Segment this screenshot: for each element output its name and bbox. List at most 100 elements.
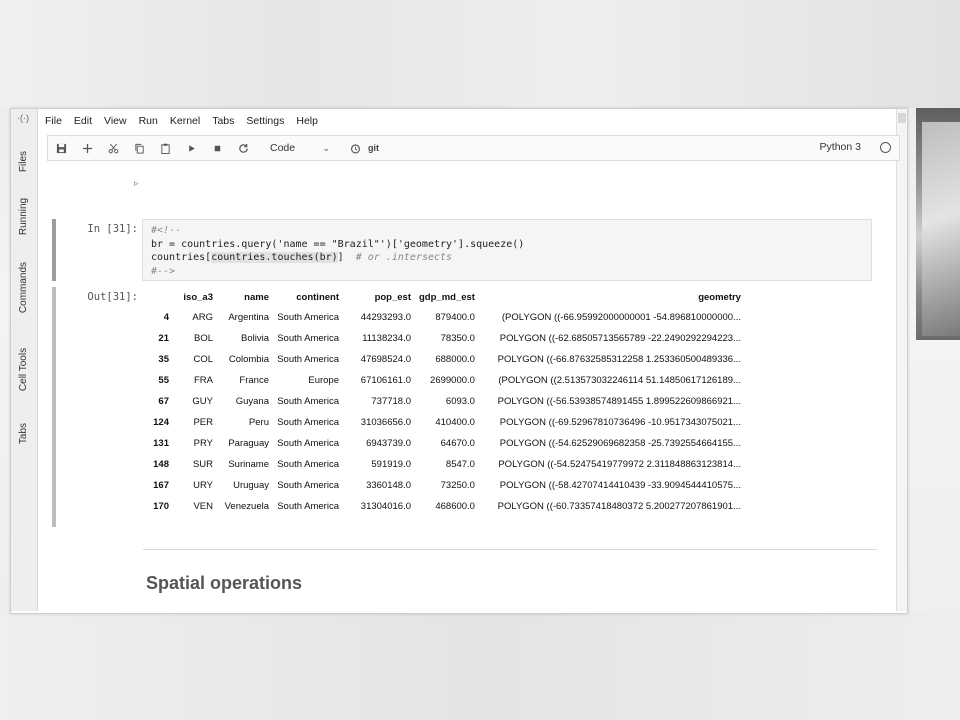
table-cell: SUR bbox=[192, 459, 213, 470]
table-cell: POLYGON ((-56.53938574891455 1.899522609… bbox=[497, 396, 741, 407]
paste-button[interactable] bbox=[152, 137, 178, 159]
table-cell: VEN bbox=[193, 501, 213, 512]
play-icon bbox=[188, 144, 195, 152]
clock-button[interactable] bbox=[342, 137, 368, 159]
table-cell: POLYGON ((-58.42707414410439 -33.9094544… bbox=[499, 480, 741, 491]
table-cell: South America bbox=[277, 438, 339, 449]
row-index: 131 bbox=[153, 438, 169, 449]
save-icon bbox=[56, 143, 66, 153]
menu-file[interactable]: File bbox=[39, 115, 68, 127]
left-sidebar: ·(·) Files Running Commands Cell Tools T… bbox=[11, 109, 38, 611]
chevron-down-icon: ⌄ bbox=[322, 142, 330, 153]
table-cell: (POLYGON ((-66.95992000000001 -54.896810… bbox=[501, 312, 741, 323]
table-cell: Colombia bbox=[228, 354, 269, 365]
notebook-panel: ▹ In [31]: #<!-- br = countries.query('n… bbox=[38, 161, 896, 611]
menu-view[interactable]: View bbox=[98, 115, 133, 127]
cell-type-select[interactable]: Code ⌄ bbox=[270, 142, 330, 154]
column-header: geometry bbox=[698, 291, 741, 303]
table-row: 67 GUY Guyana South America 737718.0 6093.0 PO… bbox=[147, 391, 745, 412]
table-cell: 8547.0 bbox=[445, 459, 475, 470]
table-cell: 591919.0 bbox=[371, 459, 411, 470]
table-row: 124 PER Peru South America 31036656.0 410400.… bbox=[147, 412, 745, 433]
column-header: iso_a3 bbox=[183, 291, 213, 303]
sidebar-tab-tabs[interactable]: Tabs bbox=[11, 413, 37, 453]
table-cell: South America bbox=[277, 312, 339, 323]
sidebar-tab-commands[interactable]: Commands bbox=[11, 255, 37, 319]
stop-button[interactable] bbox=[204, 137, 230, 159]
table-cell: PER bbox=[193, 417, 213, 428]
add-cell-button[interactable] bbox=[74, 137, 100, 159]
table-cell: FRA bbox=[194, 375, 213, 386]
row-index: 67 bbox=[158, 396, 169, 407]
kernel-status-icon bbox=[880, 142, 891, 153]
save-button[interactable] bbox=[48, 137, 74, 159]
background-bottom bbox=[0, 612, 960, 720]
right-panel-handle[interactable] bbox=[898, 113, 906, 123]
row-index: 55 bbox=[158, 375, 169, 386]
menu-edit[interactable]: Edit bbox=[68, 115, 98, 127]
table-cell: South America bbox=[277, 501, 339, 512]
row-index: 124 bbox=[153, 417, 169, 428]
kernel-name[interactable]: Python 3 bbox=[820, 141, 861, 153]
column-header: continent bbox=[296, 291, 339, 303]
copy-button[interactable] bbox=[126, 137, 152, 159]
output-prompt: Out[31]: bbox=[87, 291, 138, 303]
table-cell: POLYGON ((-60.73357418480372 5.200277207… bbox=[497, 501, 741, 512]
stop-icon bbox=[214, 145, 220, 151]
table-cell: 6943739.0 bbox=[366, 438, 411, 449]
row-index: 148 bbox=[153, 459, 169, 470]
code-comment: # or .intersects bbox=[355, 252, 453, 263]
table-cell: 410400.0 bbox=[435, 417, 475, 428]
table-cell: Paraguay bbox=[228, 438, 269, 449]
table-cell: South America bbox=[277, 354, 339, 365]
menu-bar: File Edit View Run Kernel Tabs Settings … bbox=[38, 109, 907, 133]
table-body: 4 ARG Argentina South America 44293293.0 8794… bbox=[147, 307, 745, 517]
sidebar-tab-label: Tabs bbox=[18, 422, 30, 444]
restart-button[interactable] bbox=[230, 137, 256, 159]
sidebar-tab-running[interactable]: Running bbox=[11, 191, 37, 241]
sidebar-tab-label: Cell Tools bbox=[18, 347, 30, 391]
table-cell: POLYGON ((-62.68505713565789 -22.2490292… bbox=[499, 333, 741, 344]
background-top bbox=[0, 0, 960, 108]
scissors-icon bbox=[108, 143, 118, 153]
table-cell: 468600.0 bbox=[435, 501, 475, 512]
table-cell: BOL bbox=[193, 333, 213, 344]
table-cell: 73250.0 bbox=[440, 480, 475, 491]
row-index: 167 bbox=[153, 480, 169, 491]
column-header: gdp_md_est bbox=[419, 291, 475, 303]
output-collapser[interactable] bbox=[52, 287, 56, 527]
sidebar-tab-cell-tools[interactable]: Cell Tools bbox=[11, 337, 37, 401]
table-cell: 688000.0 bbox=[435, 354, 475, 365]
column-header: name bbox=[244, 291, 269, 303]
notebook-toolbar: Code ⌄ git Python 3 bbox=[47, 135, 900, 161]
table-cell: South America bbox=[277, 417, 339, 428]
table-row: 21 BOL Bolivia South America 11138234.0 78350… bbox=[147, 328, 745, 349]
table-cell: URY bbox=[193, 480, 213, 491]
cut-button[interactable] bbox=[100, 137, 126, 159]
input-prompt: In [31]: bbox=[87, 223, 138, 235]
code-cell[interactable]: In [31]: #<!-- br = countries.query('nam… bbox=[52, 219, 874, 281]
run-button[interactable] bbox=[178, 137, 204, 159]
sidebar-tab-label: Commands bbox=[18, 261, 30, 313]
table-cell: South America bbox=[277, 396, 339, 407]
sidebar-tab-files[interactable]: Files bbox=[11, 141, 37, 181]
column-header: pop_est bbox=[374, 291, 411, 303]
menu-tabs[interactable]: Tabs bbox=[206, 115, 240, 127]
cell-collapser[interactable] bbox=[52, 219, 56, 281]
table-row: 148 SUR Suriname South America 591919.0 8547.… bbox=[147, 454, 745, 475]
table-cell: 3360148.0 bbox=[366, 480, 411, 491]
menu-help[interactable]: Help bbox=[290, 115, 324, 127]
table-cell: France bbox=[239, 375, 269, 386]
table-cell: POLYGON ((-66.87632585312258 1.253360500… bbox=[497, 354, 741, 365]
sidebar-tab-label: Running bbox=[18, 197, 30, 235]
code-editor[interactable]: #<!-- br = countries.query('name == "Bra… bbox=[142, 219, 872, 281]
git-button[interactable]: git bbox=[368, 143, 379, 153]
menu-settings[interactable]: Settings bbox=[240, 115, 290, 127]
code-token: ] bbox=[337, 252, 344, 263]
table-cell: PRY bbox=[193, 438, 213, 449]
menu-kernel[interactable]: Kernel bbox=[164, 115, 206, 127]
menu-run[interactable]: Run bbox=[133, 115, 164, 127]
table-cell: South America bbox=[277, 480, 339, 491]
row-index: 170 bbox=[153, 501, 169, 512]
table-cell: 78350.0 bbox=[440, 333, 475, 344]
